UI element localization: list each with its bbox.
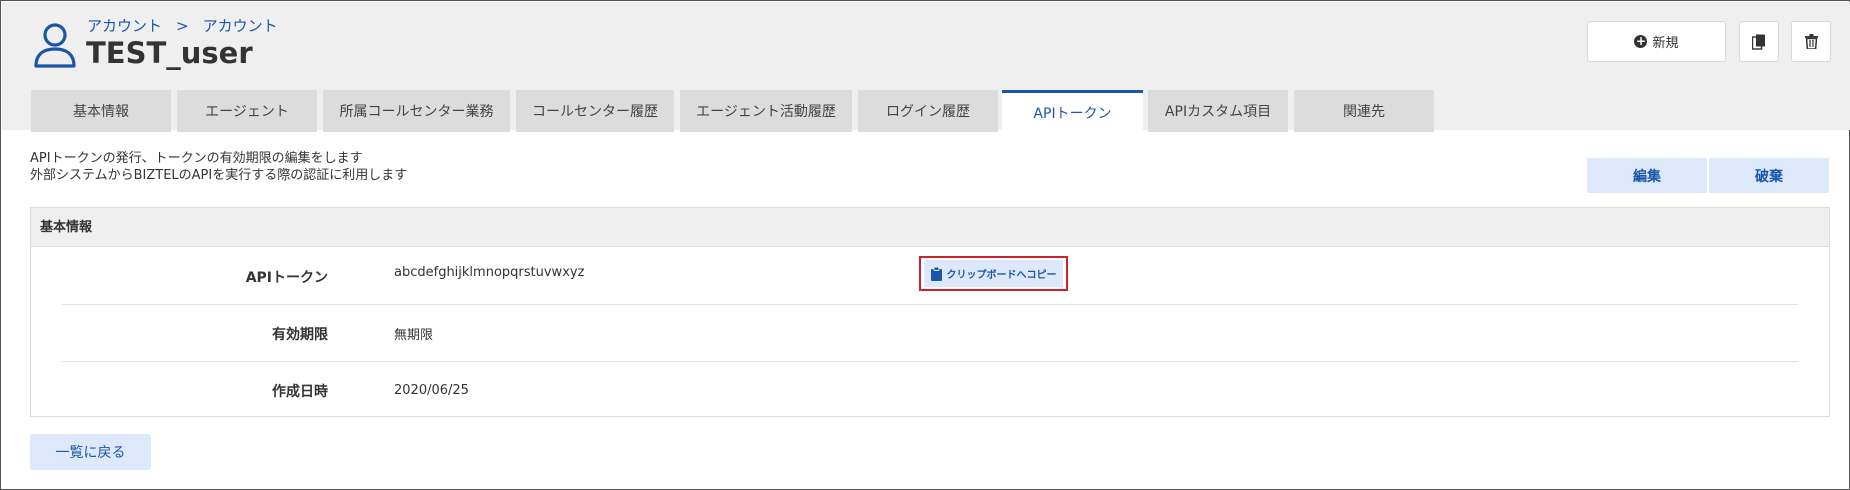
breadcrumb-link-account[interactable]: アカウント [203, 15, 278, 36]
edit-button[interactable]: 編集 [1587, 158, 1707, 193]
tab-description: APIトークンの発行、トークンの有効期限の編集をします 外部システムからBIZT… [30, 150, 407, 184]
tab-api-token[interactable]: APIトークン [1002, 90, 1143, 132]
breadcrumb: アカウント > アカウント [87, 15, 278, 36]
api-token-value: abcdefghijklmnopqrstuvwxyz [394, 265, 585, 280]
tab-api-custom-fields[interactable]: APIカスタム項目 [1148, 90, 1288, 132]
created-at-value: 2020/06/25 [394, 383, 469, 398]
tab-callcenter-assignments[interactable]: 所属コールセンター業務 [323, 90, 510, 132]
copy-icon [1752, 34, 1765, 50]
page-title: TEST_user [86, 36, 253, 70]
created-at-label: 作成日時 [272, 383, 328, 400]
detail-row-created-at: 作成日時 2020/06/25 [62, 362, 1798, 419]
tab-agent-activity-history[interactable]: エージェント活動履歴 [680, 90, 852, 132]
duplicate-button[interactable] [1739, 21, 1779, 62]
detail-row-api-token: APIトークン abcdefghijklmnopqrstuvwxyz クリップボ… [62, 248, 1798, 305]
copy-to-clipboard-button[interactable]: クリップボードへコピー [919, 256, 1068, 291]
detail-row-expiry: 有効期限 無期限 [62, 305, 1798, 362]
tab-agent[interactable]: エージェント [177, 90, 317, 132]
breadcrumb-separator: > [176, 17, 189, 35]
back-to-list-button[interactable]: 一覧に戻る [30, 434, 151, 470]
user-icon [34, 23, 76, 68]
new-button-label: 新規 [1652, 36, 1679, 51]
breadcrumb-link-accounts[interactable]: アカウント [87, 15, 162, 36]
page-header: アカウント > アカウント TEST_user + 新規 基本情報 エージェント [2, 2, 1850, 132]
api-token-label: APIトークン [245, 269, 328, 286]
clipboard-icon [930, 266, 942, 281]
copy-to-clipboard-button-body: クリップボードへコピー [924, 260, 1063, 287]
tab-login-history[interactable]: ログイン履歴 [858, 90, 998, 132]
panel-title: 基本情報 [31, 208, 1829, 247]
tab-related[interactable]: 関連先 [1294, 90, 1434, 132]
window-frame: アカウント > アカウント TEST_user + 新規 基本情報 エージェント [0, 0, 1850, 490]
delete-button[interactable] [1791, 21, 1831, 62]
description-line-2: 外部システムからBIZTELのAPIを実行する際の認証に利用します [30, 168, 408, 183]
tab-basic-info[interactable]: 基本情報 [31, 90, 171, 132]
expiry-value: 無期限 [394, 328, 434, 343]
discard-button[interactable]: 破棄 [1709, 158, 1829, 193]
new-button[interactable]: + 新規 [1587, 21, 1726, 62]
basic-info-panel: 基本情報 APIトークン abcdefghijklmnopqrstuvwxyz … [30, 207, 1830, 417]
expiry-label: 有効期限 [272, 326, 328, 343]
tab-callcenter-history[interactable]: コールセンター履歴 [516, 90, 674, 132]
plus-circle-icon: + [1634, 34, 1648, 48]
trash-icon [1804, 34, 1818, 49]
description-line-1: APIトークンの発行、トークンの有効期限の編集をします [30, 151, 363, 166]
copy-to-clipboard-label: クリップボードへコピー [946, 270, 1057, 281]
